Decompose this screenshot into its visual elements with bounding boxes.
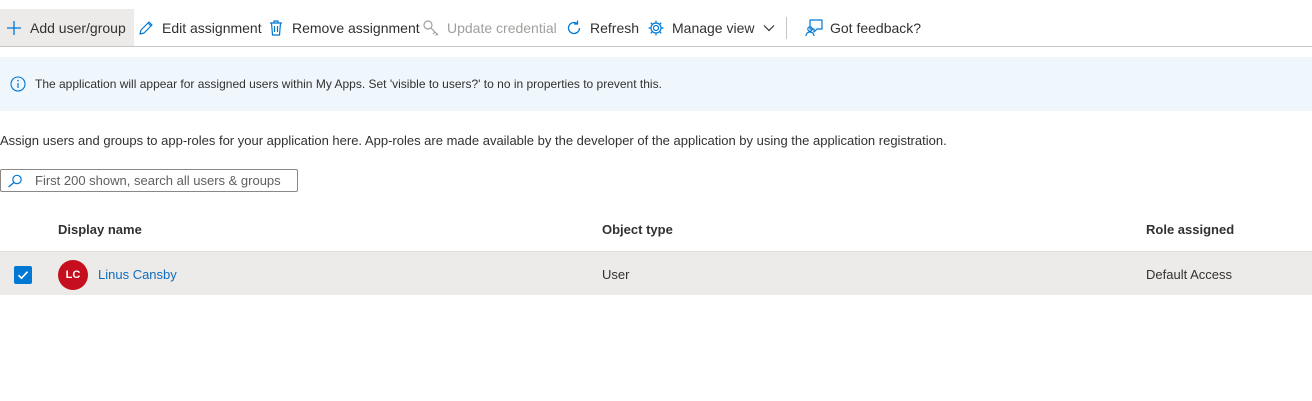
refresh-button[interactable]: Refresh [564,9,639,46]
user-display-name-link[interactable]: Linus Cansby [98,267,177,282]
remove-assignment-label: Remove assignment [292,19,420,36]
key-icon [421,18,441,38]
gear-icon [646,18,666,38]
info-icon [10,76,26,97]
row-checkbox[interactable] [14,266,32,284]
info-banner: The application will appear for assigned… [0,57,1312,111]
search-input[interactable] [35,172,293,189]
trash-icon [266,18,286,38]
manage-view-label: Manage view [672,19,755,36]
add-user-group-label: Add user/group [30,19,126,36]
search-icon [7,174,23,193]
update-credential-button[interactable]: Update credential [421,9,557,46]
pencil-icon [136,18,156,38]
refresh-label: Refresh [590,19,640,36]
refresh-icon [564,18,584,38]
object-type-cell: User [602,267,630,282]
banner-message: The application will appear for assigned… [35,77,662,91]
feedback-icon [804,18,824,38]
command-bar: Add user/group Edit assignment Remove as… [0,9,1312,47]
avatar: LC [58,260,88,290]
remove-assignment-button[interactable]: Remove assignment [266,9,420,46]
got-feedback-label: Got feedback? [830,19,922,36]
checkmark-icon [17,271,29,280]
search-box [0,169,298,192]
column-header-object-type[interactable]: Object type [602,222,673,237]
add-user-group-button[interactable]: Add user/group [0,9,134,46]
column-header-role-assigned[interactable]: Role assigned [1146,222,1234,237]
column-header-display-name[interactable]: Display name [58,222,142,237]
plus-icon [4,18,24,38]
manage-view-button[interactable]: Manage view [646,9,775,46]
role-assigned-cell: Default Access [1146,267,1232,282]
edit-assignment-button[interactable]: Edit assignment [136,9,262,46]
update-credential-label: Update credential [447,19,557,36]
chevron-down-icon [763,24,775,32]
edit-assignment-label: Edit assignment [162,19,262,36]
got-feedback-button[interactable]: Got feedback? [804,9,921,46]
page-description: Assign users and groups to app-roles for… [0,133,947,148]
toolbar-divider [786,17,787,39]
table-row[interactable]: LC Linus Cansby User Default Access [0,251,1312,295]
